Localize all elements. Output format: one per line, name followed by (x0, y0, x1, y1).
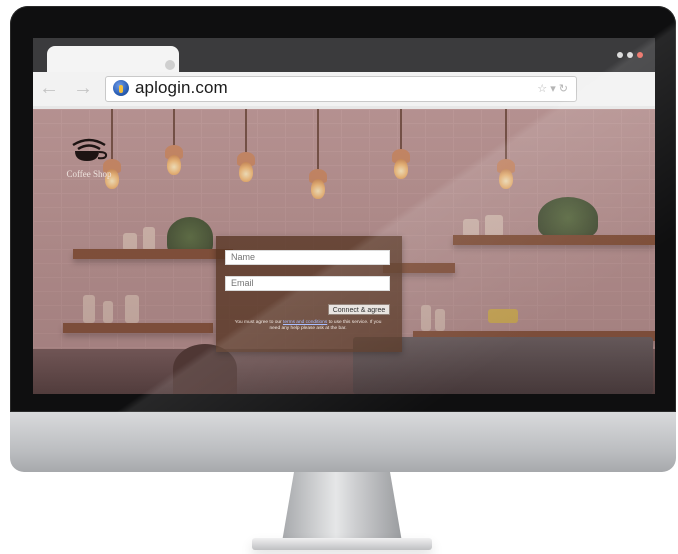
site-info-icon[interactable] (113, 80, 129, 96)
terms-prefix: You must agree to our (234, 320, 282, 325)
captive-portal-page: Coffee Shop Connect & agree You must agr… (33, 109, 655, 394)
monitor-stand (282, 472, 402, 542)
terms-link[interactable]: terms and conditions (283, 320, 327, 325)
url-text: aplogin.com (135, 78, 228, 97)
coffee-shop-logo: Coffee Shop (53, 137, 125, 179)
window-controls (617, 52, 643, 58)
imac-monitor: ← → aplogin.com ☆ ▾ ↻ Coffee Shop Name E… (10, 6, 676, 472)
browser-tab[interactable] (47, 46, 179, 74)
tab-close-icon[interactable] (165, 60, 175, 70)
back-arrow-icon[interactable]: ← (39, 78, 59, 98)
bookmark-reload-icons[interactable]: ☆ ▾ ↻ (537, 82, 568, 95)
address-bar[interactable]: aplogin.com ☆ ▾ ↻ (105, 76, 577, 102)
browser-chrome: ← → aplogin.com ☆ ▾ ↻ (33, 38, 655, 109)
email-input[interactable] (225, 276, 390, 291)
window-minimize-icon[interactable] (617, 52, 623, 58)
monitor-chin (10, 412, 676, 472)
connect-agree-button[interactable]: Connect & agree (328, 304, 390, 315)
monitor-stand-base (252, 538, 432, 550)
terms-notice: You must agree to our terms and conditio… (232, 320, 384, 332)
window-close-icon[interactable] (637, 52, 643, 58)
login-panel: Connect & agree You must agree to our te… (216, 236, 402, 352)
monitor-screen: ← → aplogin.com ☆ ▾ ↻ Coffee Shop Name E… (33, 38, 655, 394)
forward-arrow-icon[interactable]: → (73, 78, 93, 98)
browser-toolbar: ← → aplogin.com ☆ ▾ ↻ (33, 72, 655, 107)
wifi-coffee-cup-icon (72, 138, 108, 161)
terms-suffix: please ask at the bar. (300, 326, 347, 331)
name-input[interactable] (225, 250, 390, 265)
window-maximize-icon[interactable] (627, 52, 633, 58)
logo-text: Coffee Shop (66, 169, 112, 179)
